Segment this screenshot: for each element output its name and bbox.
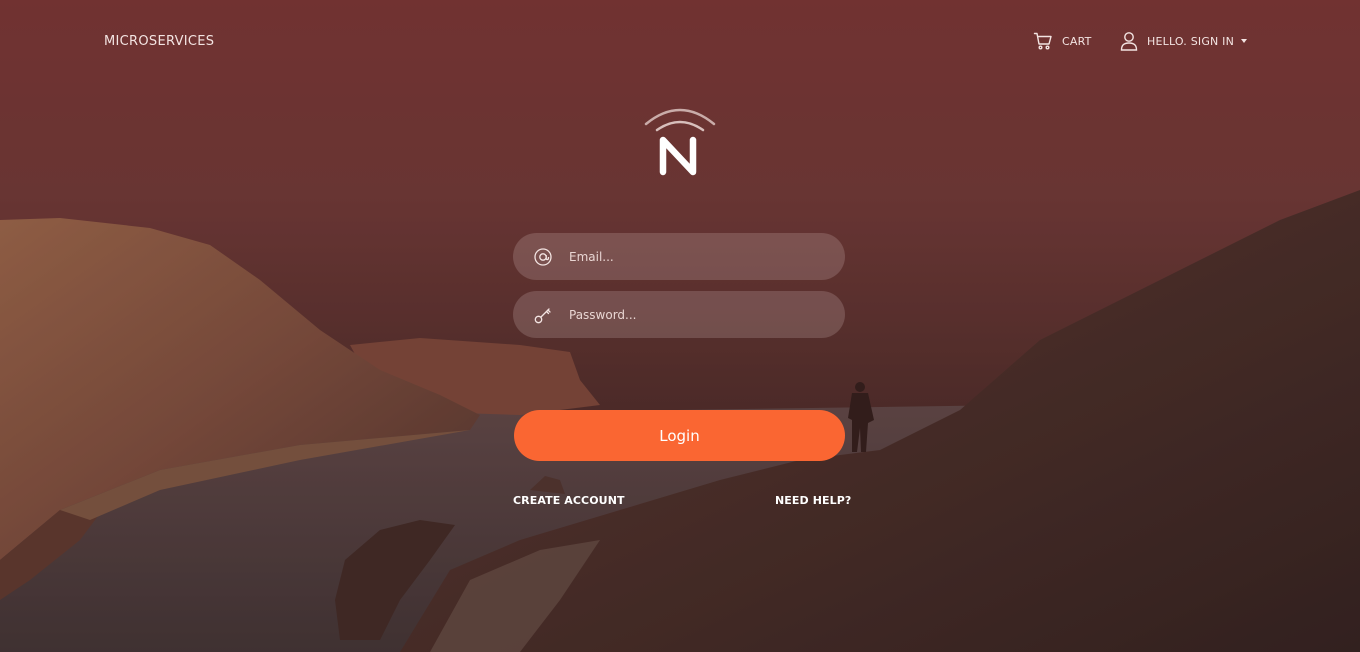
user-icon: [1120, 32, 1138, 51]
cart-label: CART: [1062, 34, 1092, 48]
brand-name[interactable]: MICROSERVICES: [104, 34, 214, 49]
cart-icon: [1033, 32, 1052, 50]
key-icon: [534, 308, 551, 324]
email-input[interactable]: [569, 233, 829, 280]
sign-in-label: HELLO. SIGN IN: [1147, 34, 1235, 48]
top-navigation: MICROSERVICES CART HELLO. SIGN IN: [0, 0, 1360, 80]
logo-mark: [644, 108, 716, 176]
email-field[interactable]: [513, 233, 845, 280]
create-account-link[interactable]: CREATE ACCOUNT: [513, 494, 625, 507]
brand-logo: [640, 100, 720, 180]
login-button[interactable]: Login: [514, 410, 845, 461]
sign-in-menu[interactable]: HELLO. SIGN IN: [1120, 30, 1248, 52]
at-icon: [534, 248, 552, 266]
caret-down-icon: [1241, 39, 1248, 43]
password-input[interactable]: [569, 291, 829, 338]
password-field[interactable]: [513, 291, 845, 338]
need-help-link[interactable]: NEED HELP?: [775, 494, 851, 507]
cart-link[interactable]: CART: [1033, 30, 1092, 52]
